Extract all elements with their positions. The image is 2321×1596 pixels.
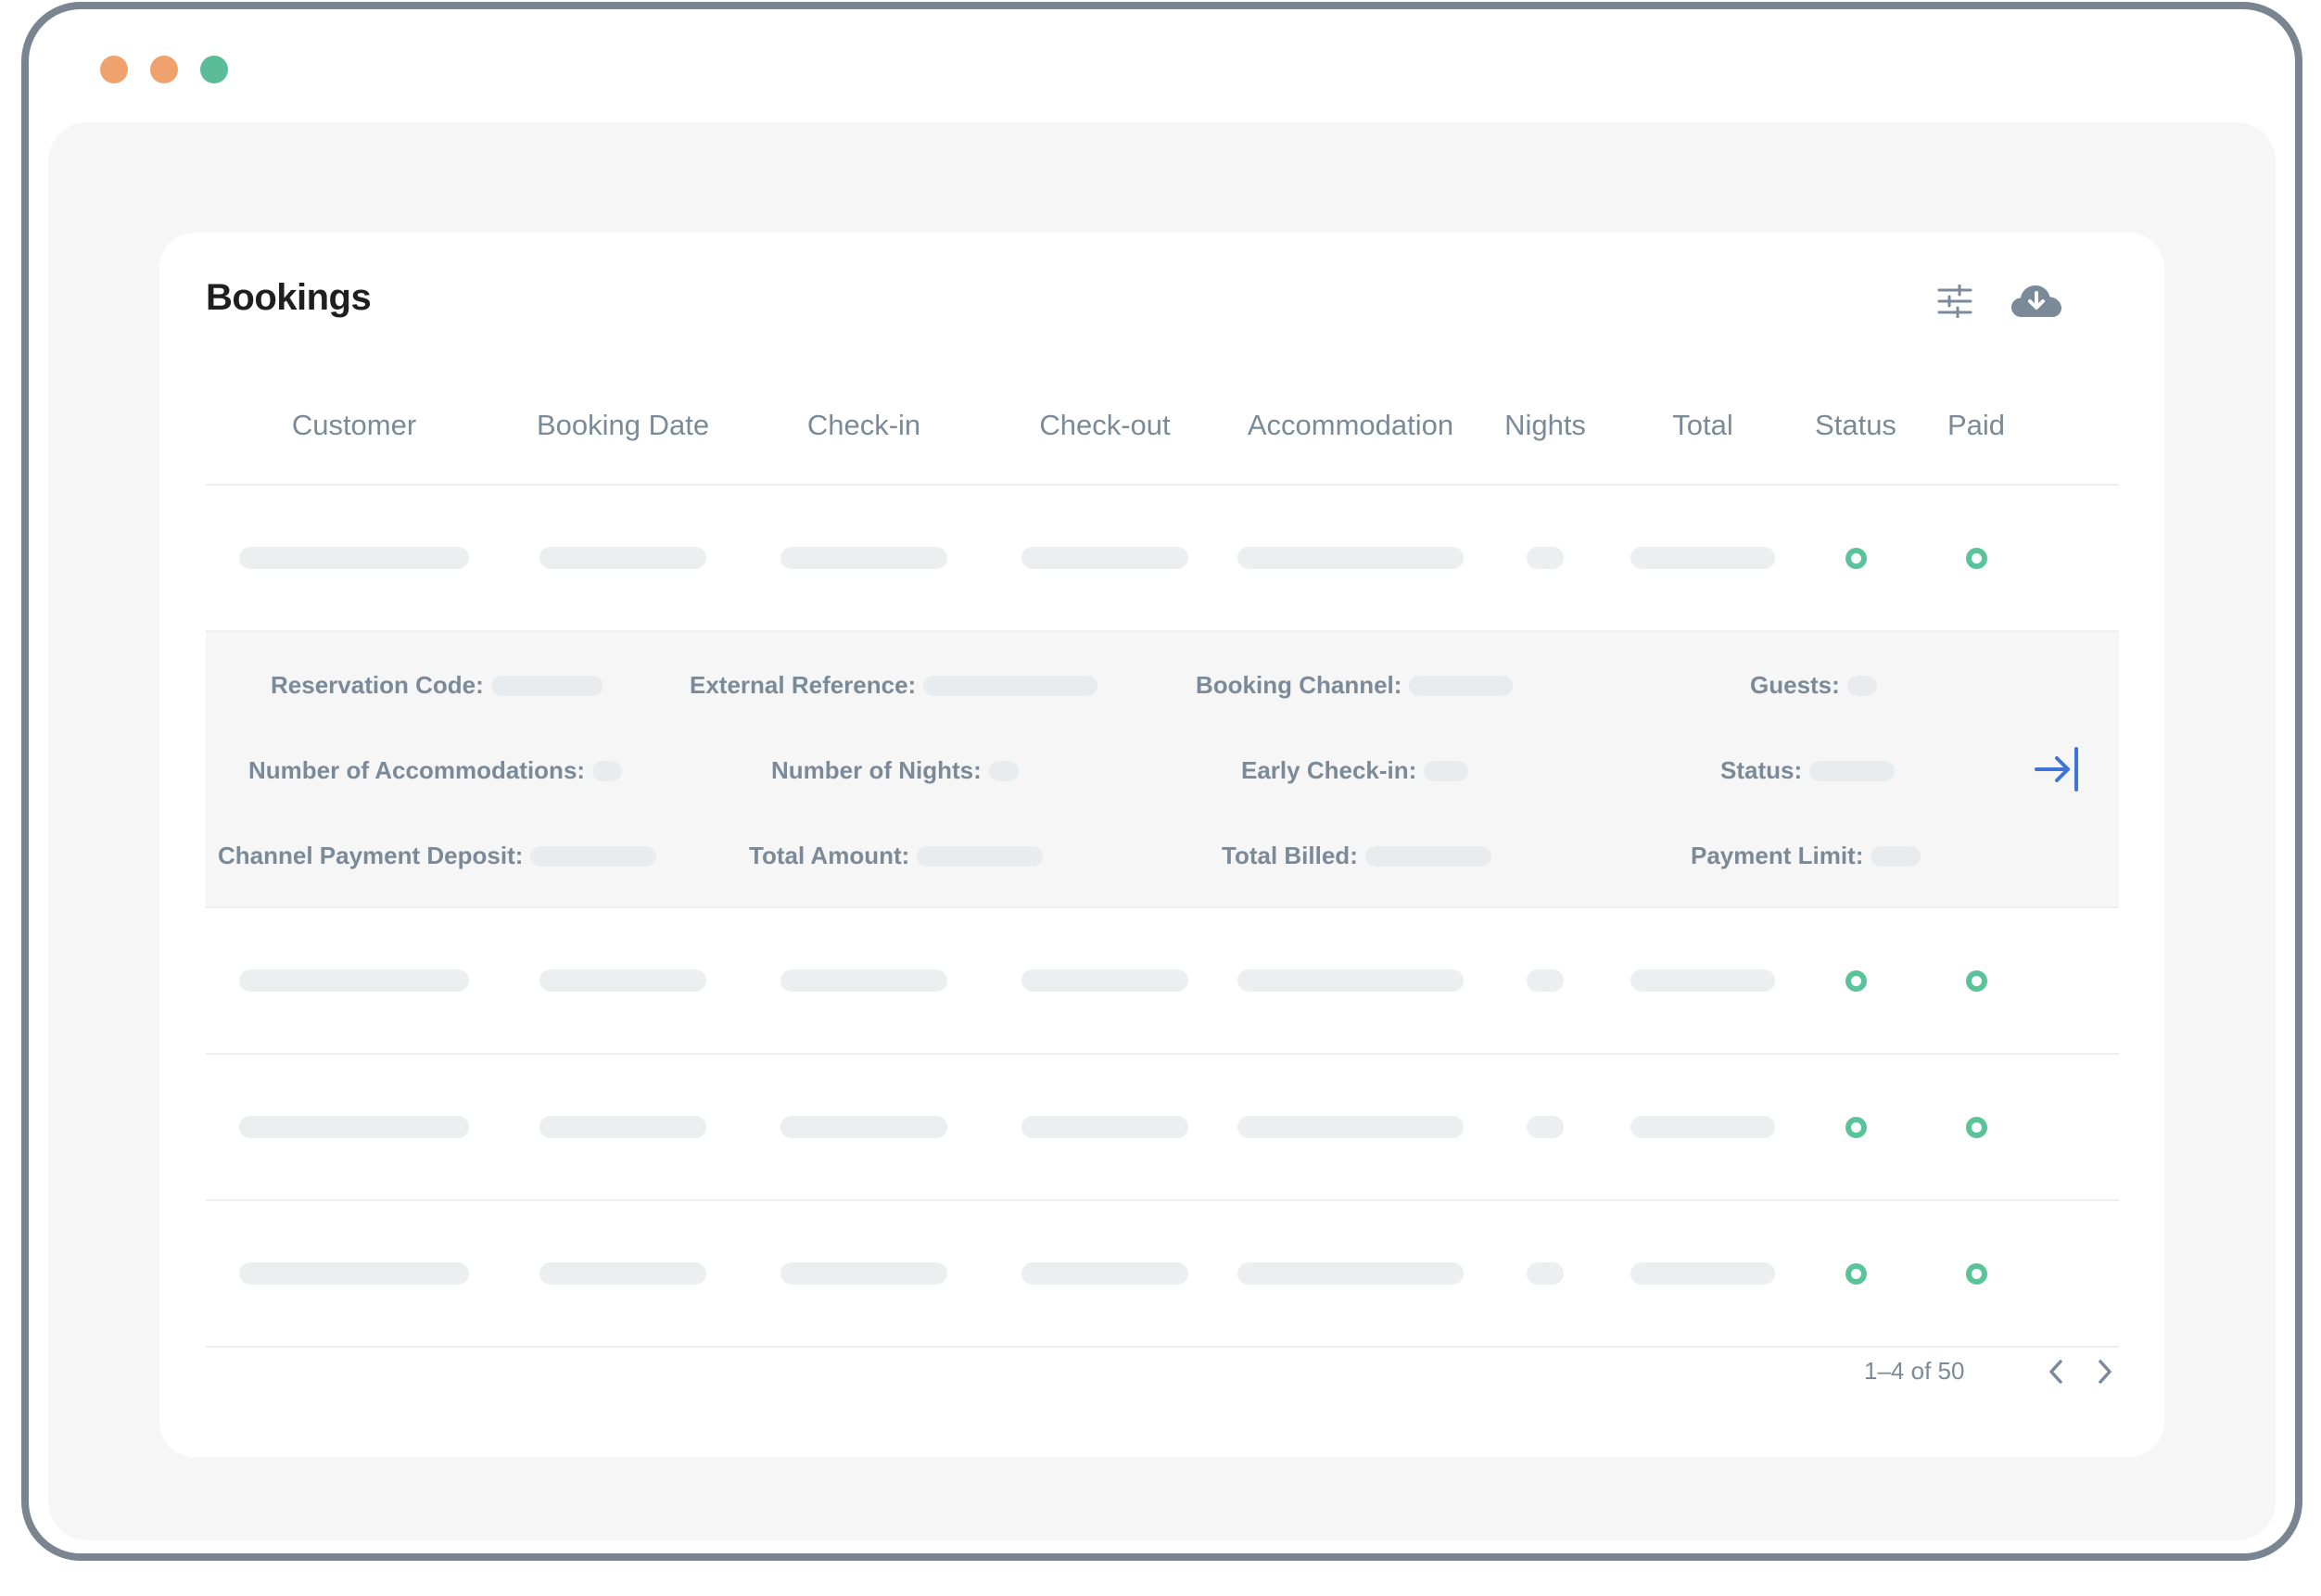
total-placeholder [1630,969,1775,992]
close-window-button[interactable] [100,56,128,83]
content-area: Bookings Customer Booking Date Check-in … [48,122,2276,1540]
detail-channel-payment-deposit: Channel Payment Deposit: [218,842,657,870]
nights-placeholder [1527,1116,1564,1138]
column-header-check-in[interactable]: Check-in [743,367,984,484]
bookings-table: Customer Booking Date Check-in Check-out… [206,367,2119,1348]
check-out-placeholder [1021,969,1188,992]
page-title: Bookings [206,277,372,318]
detail-reservation-code: Reservation Code: [271,671,602,700]
check-in-placeholder [780,969,947,992]
accommodation-placeholder [1237,1262,1464,1285]
paid-indicator [1965,1262,1987,1285]
booking-details-panel: Reservation Code: External Reference: Bo… [206,632,2119,908]
arrow-right-to-bar-icon[interactable] [2033,745,2081,793]
accommodation-placeholder [1237,1116,1464,1138]
detail-booking-channel: Booking Channel: [1196,671,1514,700]
column-header-booking-date[interactable]: Booking Date [502,367,743,484]
paid-indicator [1965,547,1987,569]
table-row[interactable] [206,486,2119,632]
column-header-check-out[interactable]: Check-out [984,367,1225,484]
total-placeholder [1630,1262,1775,1285]
customer-placeholder [239,1116,469,1138]
column-header-paid[interactable]: Paid [1921,367,2032,484]
detail-status: Status: [1720,756,1896,785]
check-in-placeholder [780,1262,947,1285]
booking-date-placeholder [539,1262,706,1285]
bookings-card: Bookings Customer Booking Date Check-in … [159,233,2164,1457]
detail-number-of-nights: Number of Nights: [771,756,1019,785]
nights-placeholder [1527,547,1564,569]
column-header-total[interactable]: Total [1615,367,1791,484]
status-indicator [1845,1116,1867,1138]
detail-guests: Guests: [1750,671,1877,700]
pagination-range: 1–4 of 50 [1864,1357,1965,1385]
status-indicator [1845,1262,1867,1285]
app-window: Bookings Customer Booking Date Check-in … [21,2,2302,1561]
check-out-placeholder [1021,547,1188,569]
sliders-icon[interactable] [1933,279,1977,323]
column-header-nights[interactable]: Nights [1476,367,1615,484]
booking-date-placeholder [539,969,706,992]
column-header-accommodation[interactable]: Accommodation [1225,367,1476,484]
cloud-download-icon[interactable] [2008,279,2065,323]
total-placeholder [1630,547,1775,569]
accommodation-placeholder [1237,969,1464,992]
check-in-placeholder [780,1116,947,1138]
chevron-right-icon[interactable] [2090,1357,2120,1387]
total-placeholder [1630,1116,1775,1138]
status-indicator [1845,547,1867,569]
detail-total-amount: Total Amount: [749,842,1044,870]
detail-payment-limit: Payment Limit: [1691,842,1921,870]
check-out-placeholder [1021,1116,1188,1138]
table-row[interactable] [206,908,2119,1055]
table-header: Customer Booking Date Check-in Check-out… [206,367,2119,486]
detail-early-check-in: Early Check-in: [1241,756,1469,785]
detail-number-of-accommodations: Number of Accommodations: [248,756,623,785]
table-row[interactable] [206,1055,2119,1201]
status-indicator [1845,969,1867,992]
detail-total-billed: Total Billed: [1222,842,1491,870]
chevron-left-icon[interactable] [2041,1357,2071,1387]
detail-external-reference: External Reference: [690,671,1098,700]
paid-indicator [1965,1116,1987,1138]
column-header-status[interactable]: Status [1791,367,1921,484]
customer-placeholder [239,969,469,992]
customer-placeholder [239,547,469,569]
check-in-placeholder [780,547,947,569]
paid-indicator [1965,969,1987,992]
customer-placeholder [239,1262,469,1285]
maximize-window-button[interactable] [200,56,228,83]
table-row[interactable] [206,1201,2119,1348]
booking-date-placeholder [539,1116,706,1138]
accommodation-placeholder [1237,547,1464,569]
column-header-customer[interactable]: Customer [206,367,502,484]
pagination: 1–4 of 50 [159,1349,2164,1396]
nights-placeholder [1527,1262,1564,1285]
booking-date-placeholder [539,547,706,569]
window-controls [100,56,228,83]
check-out-placeholder [1021,1262,1188,1285]
minimize-window-button[interactable] [150,56,178,83]
nights-placeholder [1527,969,1564,992]
